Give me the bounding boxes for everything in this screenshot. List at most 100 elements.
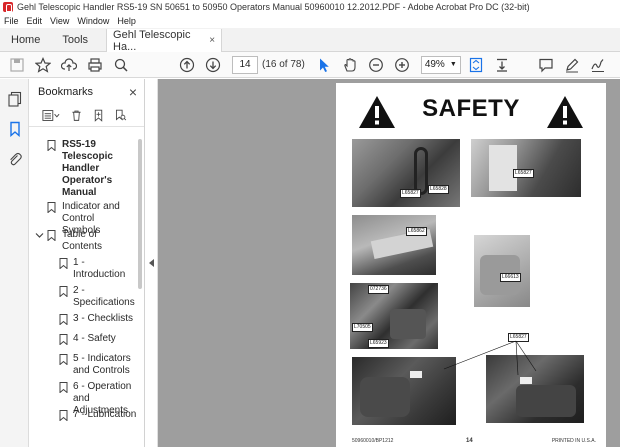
chevron-down-icon[interactable]: [35, 231, 44, 240]
menu-window[interactable]: Window: [77, 16, 109, 26]
navigation-rail: [0, 79, 29, 447]
bookmark-label: 1 - Introduction: [73, 257, 126, 280]
decal-label: L70505: [352, 323, 373, 332]
chevron-left-icon: [148, 259, 154, 267]
search-icon[interactable]: [110, 54, 132, 76]
chevron-down-icon: ▼: [449, 61, 457, 68]
bookmark-flag-icon: [59, 334, 68, 345]
bookmark-flag-icon: [59, 258, 68, 269]
safety-photo-cab-side: L65827: [471, 139, 581, 197]
print-icon[interactable]: [84, 54, 106, 76]
tab-document-label: Gehl Telescopic Ha...: [113, 28, 191, 53]
safety-photo-cab-interior: L65827 L65828: [352, 139, 460, 207]
bookmark-label: Table of Contents: [62, 229, 103, 252]
bookmark-item-safety[interactable]: 4 - Safety: [29, 333, 137, 353]
bookmark-item-operators-manual[interactable]: RS5-19 Telescopic Handler Operator's Man…: [29, 139, 137, 201]
main-toolbar: 14 (16 of 78) 49% ▼: [0, 52, 620, 78]
menu-view[interactable]: View: [50, 16, 69, 26]
save-icon[interactable]: [6, 54, 28, 76]
bookmark-flag-icon: [47, 202, 56, 213]
fit-page-icon[interactable]: [465, 54, 487, 76]
tab-tools[interactable]: Tools: [51, 28, 106, 51]
bookmark-flag-icon: [47, 140, 56, 151]
safety-photo-step: L65862: [352, 215, 436, 275]
safety-photo-engine-cover: L66613: [474, 235, 530, 307]
bookmark-label: 7 - Lubrication: [73, 409, 137, 420]
bookmark-flag-icon: [47, 230, 56, 241]
zoom-in-icon[interactable]: [391, 54, 413, 76]
bookmarks-panel-icon[interactable]: [7, 121, 23, 137]
window-title: Gehl Telescopic Handler RS5-19 SN 50651 …: [17, 2, 530, 12]
delete-bookmark-icon[interactable]: [67, 107, 85, 125]
bookmark-label: 4 - Safety: [73, 333, 116, 344]
page-count-label: (16 of 78): [262, 59, 305, 70]
safety-photo-engine-compartment: 072736 L70505 L65923: [350, 283, 438, 349]
bookmarks-title: Bookmarks: [38, 86, 94, 98]
document-viewer[interactable]: SAFETY L65827 L65828 L65827 L65862 L6661…: [158, 79, 620, 447]
previous-page-icon[interactable]: [176, 54, 198, 76]
bookmark-label: 2 - Specifications: [73, 285, 135, 308]
highlight-pen-icon[interactable]: [561, 54, 583, 76]
decal-label: L65862: [406, 227, 427, 236]
bookmarks-panel: Bookmarks × RS5-19 Telescopic Handler Op…: [29, 79, 145, 447]
tab-document[interactable]: Gehl Telescopic Ha... ×: [106, 28, 223, 53]
hand-tool-icon[interactable]: [339, 54, 361, 76]
bookmark-options-icon[interactable]: [39, 107, 63, 125]
page-footer-printed: PRINTED IN U.S.A.: [551, 438, 596, 444]
bookmark-flag-icon: [59, 314, 68, 325]
select-cursor-icon[interactable]: [313, 54, 335, 76]
bookmark-flag-icon: [59, 354, 68, 365]
page-number-input[interactable]: 14: [232, 55, 258, 74]
page-thumbnails-icon[interactable]: [7, 91, 23, 107]
bookmark-item-checklists[interactable]: 3 - Checklists: [29, 313, 137, 333]
bookmark-item-operation-adjustments[interactable]: 6 - Operation and Adjustments: [29, 381, 137, 416]
decal-label: 072736: [368, 285, 389, 294]
tab-home[interactable]: Home: [0, 28, 51, 51]
bookmark-flag-icon: [59, 286, 68, 297]
bookmarks-header: Bookmarks ×: [29, 79, 144, 105]
next-page-icon[interactable]: [202, 54, 224, 76]
close-tab-icon[interactable]: ×: [209, 35, 215, 46]
bookmark-flag-icon: [59, 410, 68, 421]
bookmarks-toolbar: [29, 105, 144, 127]
bookmark-item-specifications[interactable]: 2 - Specifications: [29, 285, 137, 313]
comment-icon[interactable]: [535, 54, 557, 76]
bookmarks-scrollbar[interactable]: [138, 139, 142, 289]
attachments-paperclip-icon[interactable]: [7, 151, 23, 167]
warning-triangle-icon: [547, 96, 583, 128]
bookmark-label: 3 - Checklists: [73, 313, 134, 324]
panel-collapse-handle[interactable]: [146, 79, 158, 447]
find-bookmark-icon[interactable]: [111, 107, 129, 125]
decal-label: L65828: [428, 185, 449, 194]
bookmark-item-lubrication[interactable]: 7 - Lubrication: [29, 409, 137, 429]
bookmark-item-indicators-controls[interactable]: 5 - Indicators and Controls: [29, 353, 137, 381]
scroll-mode-icon[interactable]: [491, 54, 513, 76]
bookmark-star-icon[interactable]: [32, 54, 54, 76]
decal-label: L65827: [400, 189, 421, 198]
title-bar: Gehl Telescopic Handler RS5-19 SN 50651 …: [0, 0, 620, 14]
zoom-level-value: 49%: [424, 59, 445, 70]
bookmark-label: RS5-19 Telescopic Handler Operator's Man…: [62, 139, 113, 198]
decal-label: L65923: [368, 339, 389, 348]
bookmark-item-indicator-symbols[interactable]: Indicator and Control Symbols: [29, 201, 137, 236]
decal-label: L66613: [500, 273, 521, 282]
menu-file[interactable]: File: [4, 16, 19, 26]
new-bookmark-icon[interactable]: [89, 107, 107, 125]
bookmark-list: RS5-19 Telescopic Handler Operator's Man…: [29, 139, 137, 429]
bookmark-item-introduction[interactable]: 1 - Introduction: [29, 257, 137, 285]
zoom-out-icon[interactable]: [365, 54, 387, 76]
menu-edit[interactable]: Edit: [27, 16, 43, 26]
upload-cloud-icon[interactable]: [58, 54, 80, 76]
page-footer-number: 14: [466, 438, 473, 444]
bookmark-item-table-of-contents[interactable]: Table of Contents: [29, 229, 137, 257]
bookmark-flag-icon: [59, 382, 68, 393]
acrobat-app-icon: [3, 2, 13, 12]
menu-help[interactable]: Help: [117, 16, 136, 26]
bookmark-label: 5 - Indicators and Controls: [73, 353, 131, 376]
zoom-level-select[interactable]: 49% ▼: [420, 55, 461, 74]
sign-icon[interactable]: [587, 54, 609, 76]
leader-lines: [443, 340, 537, 376]
page-footer-code: 50960010/BP1212: [352, 438, 394, 444]
close-panel-icon[interactable]: ×: [129, 84, 137, 100]
pdf-page: SAFETY L65827 L65828 L65827 L65862 L6661…: [336, 83, 606, 447]
